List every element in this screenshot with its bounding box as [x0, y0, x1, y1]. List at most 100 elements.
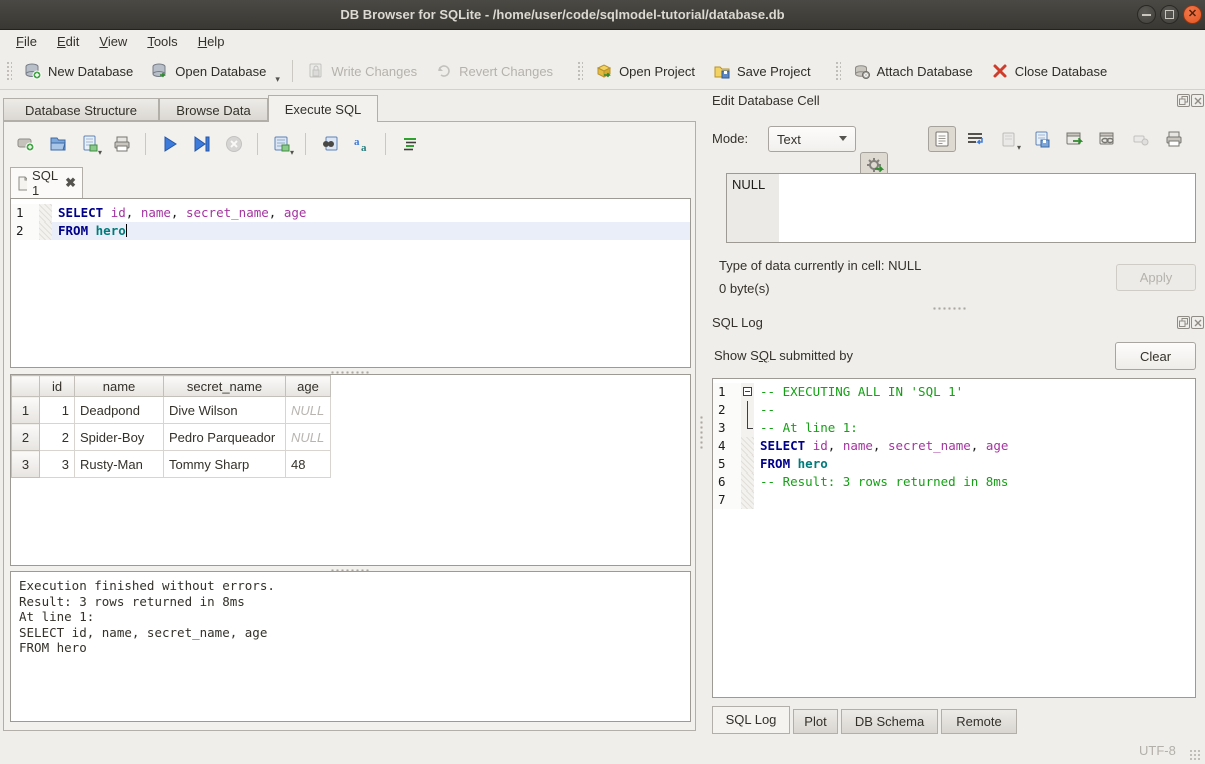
cell[interactable]: Spider-Boy	[75, 424, 164, 451]
open-database-label: Open Database	[175, 64, 266, 79]
sql-log-line: 6-- Result: 3 rows returned in 8ms	[713, 473, 1195, 491]
close-icon: ✕	[1184, 6, 1201, 23]
open-database-button[interactable]: Open Database	[142, 57, 275, 85]
tab-execute-sql[interactable]: Execute SQL	[268, 95, 378, 122]
fold-margin	[741, 455, 754, 473]
corner-header-cell	[12, 376, 40, 397]
revert-changes-button: Revert Changes	[426, 57, 562, 85]
cell[interactable]: Rusty-Man	[75, 451, 164, 478]
menu-edit[interactable]: Edit	[47, 31, 89, 52]
row-number-cell[interactable]: 3	[12, 451, 40, 478]
cell[interactable]: Pedro Parqueador	[164, 424, 286, 451]
clear-log-button[interactable]: Clear	[1115, 342, 1196, 370]
new-sql-tab-button[interactable]	[12, 131, 39, 157]
close-button[interactable]: ✕	[1183, 5, 1202, 24]
execute-line-button[interactable]	[188, 131, 215, 157]
menu-view[interactable]: View	[89, 31, 137, 52]
fold-marker-icon[interactable]	[743, 387, 752, 396]
cell[interactable]: 2	[40, 424, 75, 451]
splitter-handle[interactable]	[330, 370, 370, 374]
row-number-cell[interactable]: 2	[12, 424, 40, 451]
splitter-handle[interactable]	[932, 306, 966, 310]
column-header[interactable]: id	[40, 376, 75, 397]
cell[interactable]: 48	[286, 451, 331, 478]
open-sql-file-button[interactable]	[44, 131, 71, 157]
cell[interactable]: 1	[40, 397, 75, 424]
export-cell-button[interactable]	[1061, 126, 1088, 152]
title-bar: DB Browser for SQLite - /home/user/code/…	[0, 0, 1205, 30]
close-database-button[interactable]: Close Database	[982, 57, 1117, 85]
sql-log-view[interactable]: 1-- EXECUTING ALL IN 'SQL 1'2--3-- At li…	[712, 378, 1196, 698]
column-header[interactable]: name	[75, 376, 164, 397]
print-sql-button[interactable]	[108, 131, 135, 157]
fold-margin	[39, 222, 52, 240]
dock-tab-db-schema[interactable]: DB Schema	[841, 709, 938, 734]
maximize-button[interactable]	[1160, 5, 1179, 24]
minimize-button[interactable]	[1137, 5, 1156, 24]
cell[interactable]: Dive Wilson	[164, 397, 286, 424]
menu-file[interactable]: File	[6, 31, 47, 52]
resize-grip[interactable]	[1189, 749, 1202, 762]
code-text: -- Result: 3 rows returned in 8ms	[754, 473, 1195, 491]
cell[interactable]: Deadpond	[75, 397, 164, 424]
toolbar-drag-handle[interactable]	[576, 60, 583, 82]
cell[interactable]: Tommy Sharp	[164, 451, 286, 478]
column-header[interactable]: secret_name	[164, 376, 286, 397]
save-project-button[interactable]: Save Project	[704, 57, 820, 85]
menu-tools[interactable]: Tools	[137, 31, 187, 52]
close-sql-tab-icon[interactable]: ✖	[65, 175, 76, 191]
vertical-splitter-handle[interactable]	[699, 415, 703, 449]
text-view-button[interactable]	[928, 126, 956, 152]
save-file-icon	[80, 134, 100, 154]
attach-database-button[interactable]: Attach Database	[844, 57, 982, 85]
float-dock-button[interactable]	[1177, 94, 1190, 107]
close-dock-button[interactable]	[1191, 316, 1204, 329]
tab-database-structure[interactable]: Database Structure	[3, 98, 159, 121]
dock-tab-plot[interactable]: Plot	[793, 709, 838, 734]
float-icon	[1179, 318, 1188, 327]
table-row: 11DeadpondDive WilsonNULL	[12, 397, 331, 424]
open-database-dropdown[interactable]: ▾	[275, 74, 287, 89]
format-sql-button[interactable]	[396, 131, 423, 157]
dock-tab-sql-log[interactable]: SQL Log	[712, 706, 790, 734]
cell[interactable]: NULL	[286, 424, 331, 451]
results-grid[interactable]: idnamesecret_nameage11DeadpondDive Wilso…	[10, 374, 691, 566]
dock-tab-remote[interactable]: Remote	[941, 709, 1017, 734]
auto-complete-button[interactable]: aa	[348, 131, 375, 157]
close-dock-button[interactable]	[1191, 94, 1204, 107]
close-database-icon	[991, 62, 1009, 80]
new-database-button[interactable]: New Database	[15, 57, 142, 85]
chevron-down-icon	[839, 136, 847, 141]
cell[interactable]: NULL	[286, 397, 331, 424]
find-button[interactable]	[316, 131, 343, 157]
sql-document-icon	[17, 176, 27, 191]
toolbar-drag-handle[interactable]	[5, 60, 12, 82]
open-project-icon	[595, 62, 613, 80]
text-cursor	[126, 224, 128, 237]
mode-select[interactable]: Text	[768, 126, 856, 152]
row-number-cell[interactable]: 1	[12, 397, 40, 424]
menu-help[interactable]: Help	[188, 31, 235, 52]
cell-content-editor[interactable]: NULL	[726, 173, 1196, 243]
export-results-button[interactable]: ▾	[268, 131, 295, 157]
status-line: At line 1:	[19, 609, 682, 625]
fold-margin	[741, 437, 754, 455]
line-number: 2	[11, 222, 39, 240]
open-project-button[interactable]: Open Project	[586, 57, 704, 85]
tab-browse-data[interactable]: Browse Data	[159, 98, 268, 121]
save-cell-as-button[interactable]	[1028, 126, 1055, 152]
column-header[interactable]: age	[286, 376, 331, 397]
sql-file-tab[interactable]: SQL 1 ✖	[10, 167, 83, 198]
open-link-button[interactable]	[1094, 126, 1121, 152]
cell[interactable]: 3	[40, 451, 75, 478]
fold-margin	[741, 491, 754, 509]
word-wrap-button[interactable]	[962, 126, 989, 152]
float-dock-button[interactable]	[1177, 316, 1190, 329]
execute-all-button[interactable]	[156, 131, 183, 157]
save-sql-file-button[interactable]: ▾	[76, 131, 103, 157]
execution-status-box[interactable]: Execution finished without errors.Result…	[10, 571, 691, 722]
sql-editor[interactable]: 1SELECT id, name, secret_name, age2FROM …	[10, 198, 691, 368]
attach-database-icon	[853, 62, 871, 80]
print-cell-button[interactable]	[1160, 126, 1187, 152]
toolbar-drag-handle[interactable]	[834, 60, 841, 82]
